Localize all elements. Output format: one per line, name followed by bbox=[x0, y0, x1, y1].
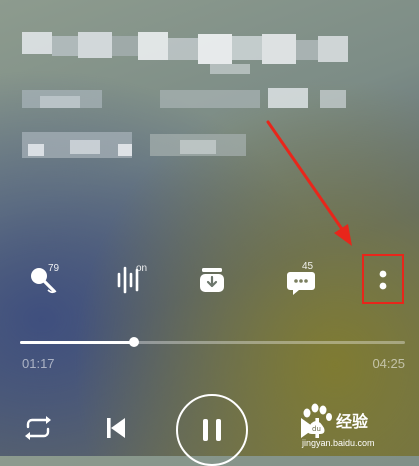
elapsed-time: 01:17 bbox=[22, 356, 55, 371]
blurred-lyrics-area bbox=[0, 0, 419, 170]
sound-effect-button[interactable]: on bbox=[104, 255, 154, 305]
play-pause-button[interactable] bbox=[176, 394, 248, 466]
highlight-box bbox=[362, 254, 404, 304]
baidu-jingyan-watermark: du 经验 jingyan.baidu.com bbox=[296, 400, 419, 456]
sound-effect-state-badge: on bbox=[136, 263, 148, 274]
repeat-icon bbox=[25, 416, 51, 440]
svg-text:du: du bbox=[312, 425, 321, 433]
download-button[interactable] bbox=[187, 255, 237, 305]
action-bar: 79 on 45 bbox=[0, 255, 419, 315]
progress-bar[interactable] bbox=[20, 337, 405, 347]
comments-button[interactable]: 45 bbox=[276, 255, 326, 305]
repeat-mode-button[interactable] bbox=[20, 410, 56, 446]
skip-previous-icon bbox=[107, 418, 125, 438]
progress-thumb[interactable] bbox=[128, 337, 139, 347]
karaoke-button[interactable]: 79 bbox=[18, 255, 68, 305]
previous-button[interactable] bbox=[98, 410, 134, 446]
download-icon bbox=[200, 268, 224, 292]
progress-fill bbox=[20, 341, 134, 344]
baidu-paw-logo: du bbox=[303, 403, 332, 434]
total-duration: 04:25 bbox=[372, 356, 405, 371]
watermark-url: jingyan.baidu.com bbox=[302, 438, 375, 448]
karaoke-count-badge: 79 bbox=[48, 263, 60, 274]
watermark-brand: 经验 bbox=[336, 414, 369, 431]
comments-count-badge: 45 bbox=[302, 261, 314, 272]
pause-icon bbox=[203, 419, 221, 441]
